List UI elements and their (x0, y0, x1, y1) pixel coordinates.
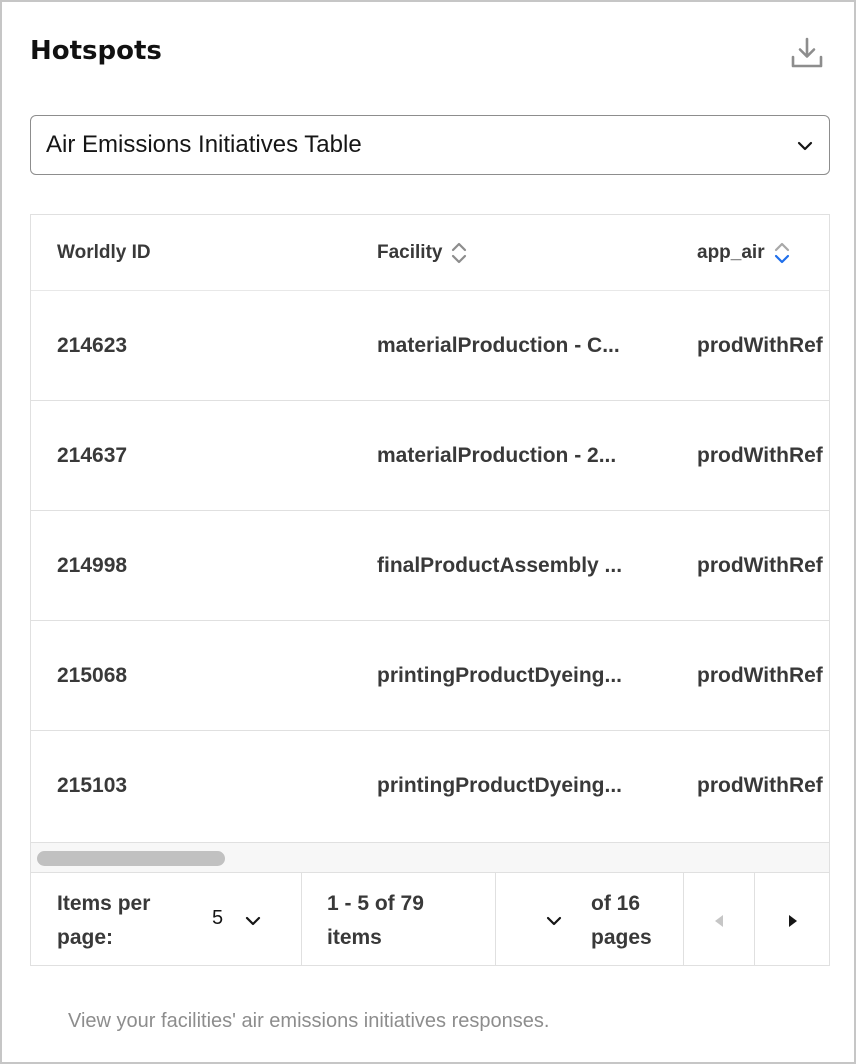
items-per-page-label: Items per page: (57, 887, 150, 955)
total-pages-text: of 16 pages (591, 887, 652, 955)
cell-app-air: prodWithRef (697, 554, 823, 577)
cell-worldly-id: 214637 (57, 444, 128, 467)
column-header-label: Worldly ID (57, 242, 151, 263)
column-header-worldly-id: Worldly ID (57, 215, 357, 291)
chevron-down-icon (795, 136, 815, 156)
cell-facility: materialProduction - 2... (377, 444, 617, 467)
sort-descending-icon[interactable] (773, 241, 791, 265)
items-per-page-label-line1: Items per (57, 892, 151, 915)
next-page-button[interactable] (755, 873, 829, 965)
cell-facility: finalProductAssembly ... (377, 554, 623, 577)
column-header-label: Facility (377, 242, 443, 263)
sort-unsorted-icon[interactable] (450, 241, 468, 265)
card-title: Hotspots (30, 36, 162, 66)
column-header-facility[interactable]: Facility (377, 215, 645, 291)
table-row[interactable]: 215068 printingProductDyeing... prodWith… (31, 621, 829, 731)
download-button[interactable] (786, 34, 828, 76)
chevron-down-icon[interactable] (243, 911, 263, 931)
cell-worldly-id: 214623 (57, 334, 128, 357)
items-per-page: Items per page: 5 (31, 873, 302, 965)
total-pages-line2: pages (591, 926, 652, 949)
total-pages-line1: of 16 (591, 892, 641, 915)
column-header-label: app_air (697, 242, 765, 263)
cell-facility: materialProduction - C... (377, 334, 620, 357)
table-row[interactable]: 214998 finalProductAssembly ... prodWith… (31, 511, 829, 621)
hotspots-card: Hotspots Air Emissions Initiatives Table… (0, 0, 856, 1064)
page-select-chevron-icon[interactable] (544, 911, 564, 931)
caret-right-icon (786, 913, 800, 934)
previous-page-button[interactable] (684, 873, 755, 965)
page-selector: of 16 pages (496, 873, 684, 965)
table-row[interactable]: 215103 printingProductDyeing... prodWith… (31, 731, 829, 841)
cell-worldly-id: 214998 (57, 554, 128, 577)
cell-app-air: prodWithRef (697, 444, 823, 467)
cell-facility: printingProductDyeing... (377, 774, 622, 797)
cell-app-air: prodWithRef (697, 774, 823, 797)
pagination: Items per page: 5 1 - 5 of 79 items of 1… (31, 872, 829, 965)
item-range-line2: items (327, 926, 382, 949)
column-header-app-air[interactable]: app_air (697, 215, 829, 291)
caret-left-icon (712, 913, 726, 934)
horizontal-scrollbar[interactable] (31, 842, 829, 872)
download-icon (789, 35, 825, 76)
data-table: Worldly ID Facility app_air 214623 mater… (30, 214, 830, 966)
items-per-page-label-line2: page: (57, 926, 114, 949)
scrollbar-thumb[interactable] (37, 851, 225, 866)
item-range: 1 - 5 of 79 items (302, 873, 496, 965)
items-per-page-select[interactable]: 5 (212, 907, 223, 930)
cell-app-air: prodWithRef (697, 334, 823, 357)
cell-app-air: prodWithRef (697, 664, 823, 687)
table-type-dropdown[interactable]: Air Emissions Initiatives Table (30, 115, 830, 175)
dropdown-selected-value: Air Emissions Initiatives Table (46, 131, 362, 158)
cell-worldly-id: 215103 (57, 774, 128, 797)
cell-facility: printingProductDyeing... (377, 664, 622, 687)
card-description: View your facilities' air emissions init… (68, 1010, 550, 1032)
table-row[interactable]: 214623 materialProduction - C... prodWit… (31, 291, 829, 401)
item-range-line1: 1 - 5 of 79 (327, 892, 424, 915)
table-header: Worldly ID Facility app_air (31, 215, 829, 291)
item-range-text: 1 - 5 of 79 items (327, 887, 424, 955)
table-row[interactable]: 214637 materialProduction - 2... prodWit… (31, 401, 829, 511)
cell-worldly-id: 215068 (57, 664, 128, 687)
